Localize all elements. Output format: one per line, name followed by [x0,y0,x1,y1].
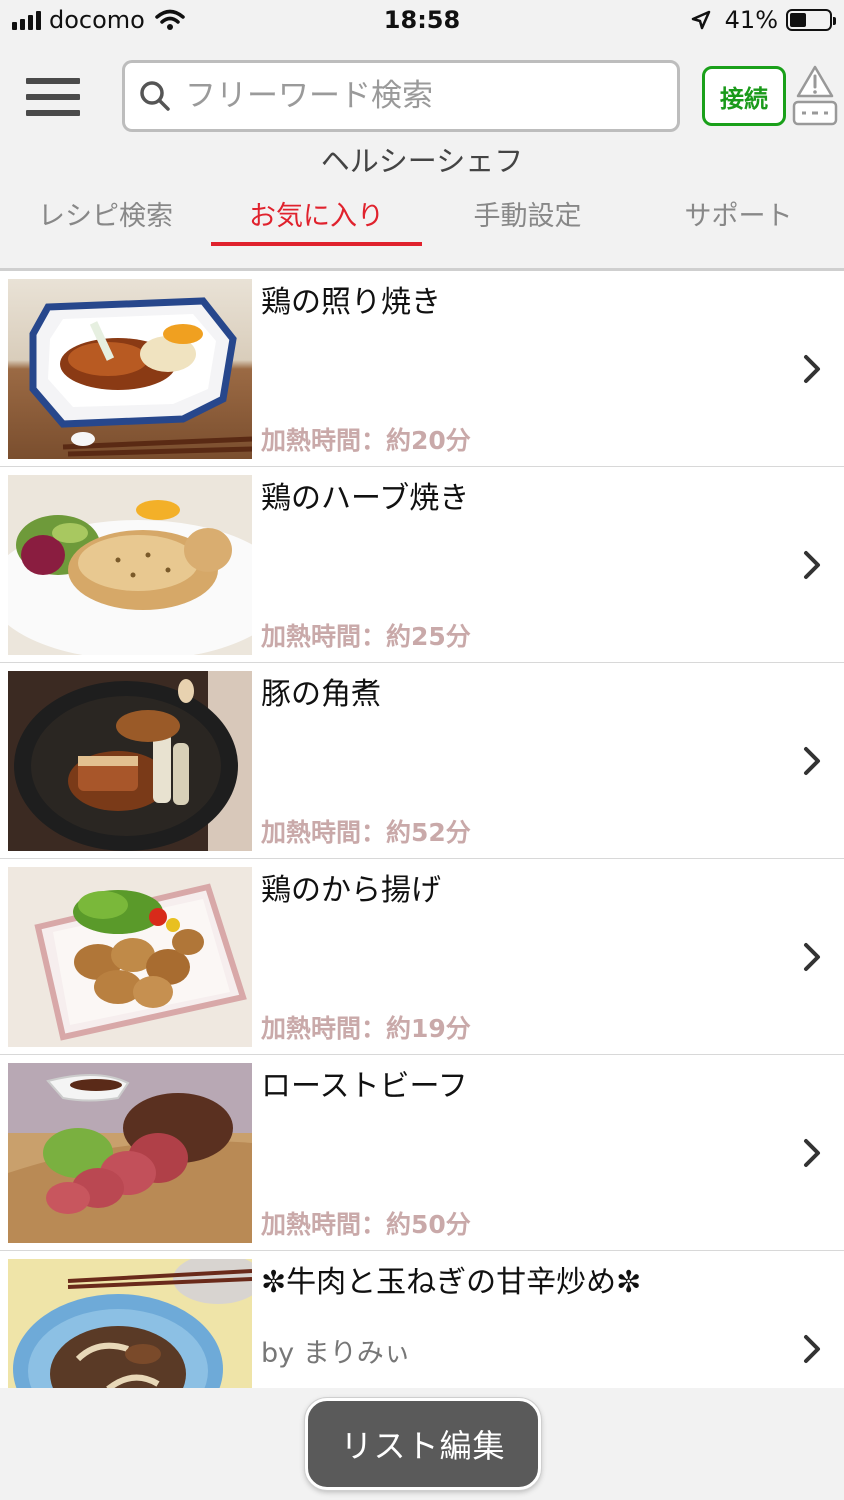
chevron-right-icon [804,355,820,383]
recipe-list: 鶏の照り焼き 加熱時間：約20分 鶏のハーブ焼き 加熱時間：約25分 豚の角煮 … [0,271,844,1388]
recipe-cook-time: 加熱時間：約25分 [261,622,471,651]
list-item[interactable]: 鶏のから揚げ 加熱時間：約19分 [0,859,844,1055]
status-bar: docomo 18:58 41% [0,0,844,44]
tab-favorites[interactable]: お気に入り [211,180,422,246]
menu-icon[interactable] [26,78,80,116]
beef-onion-photo [8,1259,252,1388]
recipe-name: 鶏のハーブ焼き [261,481,470,516]
tab-support[interactable]: サポート [633,180,844,246]
app-title: ヘルシーシェフ [320,144,524,178]
chevron-right-icon [804,1139,820,1167]
teriyaki-chicken-photo [8,279,252,459]
screen: docomo 18:58 41% 接続 [0,0,844,1500]
tab-manual-settings[interactable]: 手動設定 [422,180,633,246]
list-item[interactable]: ✼牛肉と玉ねぎの甘辛炒め✼ by まりみぃ [0,1251,844,1388]
recipe-cook-time: 加熱時間：約19分 [261,1014,471,1043]
search-icon [140,81,170,111]
battery-percent: 41% [724,6,778,34]
device-alert-icon[interactable] [790,64,840,128]
connect-button[interactable]: 接続 [702,66,786,126]
recipe-cook-time: 加熱時間：約52分 [261,818,471,847]
list-item[interactable]: 鶏の照り焼き 加熱時間：約20分 [0,271,844,467]
list-item[interactable]: 豚の角煮 加熱時間：約52分 [0,663,844,859]
status-right: 41% [691,6,836,34]
battery-level-fill [790,13,806,27]
chevron-right-icon [804,551,820,579]
roast-beef-photo [8,1063,252,1243]
tab-bar: レシピ検索 お気に入り 手動設定 サポート [0,180,844,246]
chevron-right-icon [804,747,820,775]
tab-recipe-search[interactable]: レシピ検索 [0,180,211,246]
recipe-cook-time: 加熱時間：約50分 [261,1210,471,1239]
recipe-name: 豚の角煮 [261,677,381,712]
recipe-name: ✼牛肉と玉ねぎの甘辛炒め✼ [261,1265,642,1300]
battery-tip [833,17,836,25]
list-item[interactable]: 鶏のハーブ焼き 加熱時間：約25分 [0,467,844,663]
chevron-right-icon [804,1335,820,1363]
braised-pork-photo [8,671,252,851]
battery-icon [786,9,836,31]
search-input[interactable] [185,78,655,114]
fried-chicken-photo [8,867,252,1047]
herb-chicken-photo [8,475,252,655]
recipe-cook-time: 加熱時間：約20分 [261,426,471,455]
recipe-name: ローストビーフ [261,1069,468,1104]
recipe-name: 鶏のから揚げ [261,873,441,908]
recipe-name: 鶏の照り焼き [261,285,441,320]
search-box[interactable] [122,60,680,132]
location-arrow-icon [691,10,710,30]
chevron-right-icon [804,943,820,971]
recipe-author: by まりみぃ [261,1338,411,1369]
edit-list-button[interactable]: リスト編集 [305,1398,541,1490]
list-item[interactable]: ローストビーフ 加熱時間：約50分 [0,1055,844,1251]
